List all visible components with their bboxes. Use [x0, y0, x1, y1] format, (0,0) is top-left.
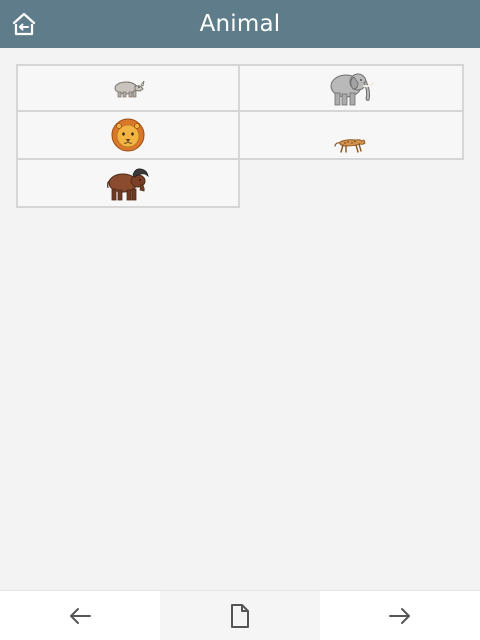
page-title: Animal: [199, 11, 281, 37]
grid-cell-cheetah[interactable]: [238, 110, 464, 160]
arrow-left-icon: [70, 608, 91, 624]
arrow-right-icon: [389, 608, 410, 624]
grid-cell-elephant[interactable]: [238, 64, 464, 112]
elephant-icon: [330, 73, 374, 106]
page-button[interactable]: [160, 591, 320, 640]
app-window: Animal: [0, 0, 480, 640]
home-back-icon: [12, 12, 36, 36]
cheetah-icon: [334, 139, 366, 153]
grid-cell-lion[interactable]: [16, 110, 240, 160]
header-bar: Animal: [0, 0, 480, 48]
bottom-navigation-bar: [0, 590, 480, 640]
buffalo-icon: [107, 168, 149, 201]
forward-button[interactable]: [320, 591, 480, 640]
home-back-button[interactable]: [8, 8, 40, 40]
document-icon: [231, 604, 249, 628]
rhinoceros-icon: [114, 80, 145, 98]
lion-icon: [111, 118, 145, 152]
grid-cell-rhinoceros[interactable]: [16, 64, 240, 112]
grid-cell-buffalo[interactable]: [16, 158, 240, 208]
back-button[interactable]: [0, 591, 160, 640]
